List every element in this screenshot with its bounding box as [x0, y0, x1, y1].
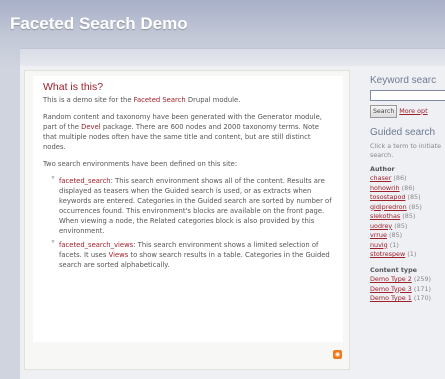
facet-term-link[interactable]: Demo Type 3	[370, 285, 412, 293]
facet-term-link[interactable]: stotrespew	[370, 250, 405, 258]
facet-term-link[interactable]: nuvig	[370, 241, 388, 249]
faceted-search-env-link[interactable]: faceted_search	[59, 177, 111, 185]
facet-term-link[interactable]: gidipredron	[370, 203, 407, 211]
header-band	[20, 48, 445, 66]
more-options-link[interactable]: More opt	[399, 107, 427, 115]
facet-count: (85)	[408, 202, 422, 211]
list-item: faceted_search: This search environment …	[51, 175, 333, 236]
list-item[interactable]: Demo Type 1 (170)	[370, 294, 445, 304]
keyword-search-title: Keyword searc	[370, 76, 437, 86]
facet-term-link[interactable]: slekothas	[370, 212, 400, 220]
author-facet-heading: Author	[370, 164, 395, 173]
views-link[interactable]: Views	[109, 251, 129, 259]
intro-paragraph: This is a demo site for the Faceted Sear…	[43, 95, 333, 105]
random-content-paragraph: Random content and taxonomy have been ge…	[43, 112, 333, 152]
devel-link[interactable]: Devel	[81, 123, 101, 131]
list-item[interactable]: slekothas (85)	[370, 212, 445, 222]
facet-count: (1)	[407, 250, 417, 258]
facet-term-link[interactable]: Demo Type 2	[370, 275, 412, 283]
facet-count: (259)	[413, 275, 432, 283]
list-item[interactable]: uodrey (85)	[370, 222, 445, 232]
facet-count: (85)	[407, 193, 421, 201]
guided-search-description: Click a term to initiate search.	[370, 141, 442, 160]
environments-intro: Two search environments have been define…	[43, 160, 238, 168]
list-item[interactable]: Demo Type 3 (171)	[370, 285, 445, 295]
facet-count: (86)	[393, 174, 407, 182]
faceted-search-views-env-link[interactable]: faceted_search_views	[59, 241, 133, 249]
page-title: What is this?	[43, 81, 104, 93]
intro-text-before: This is a demo site for the	[43, 96, 134, 104]
intro-text-after: Drupal module.	[185, 96, 241, 104]
facet-term-link[interactable]: uodrey	[370, 222, 392, 230]
list-item[interactable]: gidipredron (85)	[370, 203, 445, 213]
sidebar: Keyword searc Search More opt Guided sear…	[370, 76, 445, 379]
search-actions: Search More opt	[370, 104, 445, 118]
search-button[interactable]: Search	[370, 104, 398, 118]
guided-search-title: Guided search	[370, 127, 436, 138]
facet-term-link[interactable]: vrrue	[370, 231, 387, 239]
faceted-search-link[interactable]: Faceted Search	[134, 96, 186, 104]
keyword-search-input[interactable]	[370, 89, 445, 101]
facet-count: (85)	[402, 212, 416, 220]
site-name[interactable]: Faceted Search Demo	[10, 14, 188, 34]
list-item[interactable]: stotrespew (1)	[370, 250, 445, 260]
facet-count: (85)	[394, 221, 408, 230]
site-header: Faceted Search Demo	[0, 0, 445, 68]
main-content: What is this? This is a demo site for th…	[33, 76, 343, 342]
list-item[interactable]: vrrue (85)	[370, 231, 445, 241]
list-item: faceted_search_views: This search enviro…	[51, 239, 333, 270]
facet-term-link[interactable]: hohowrih	[370, 184, 400, 192]
facet-term-link[interactable]: Demo Type 1	[370, 294, 412, 302]
list-item[interactable]: nuvig (1)	[370, 241, 445, 251]
facet-count: (85)	[388, 231, 403, 239]
environments-list: faceted_search: This search environment …	[51, 175, 333, 270]
list-item[interactable]: tosostapod (85)	[370, 193, 445, 203]
facet-count: (171)	[413, 284, 432, 293]
facet-count: (170)	[413, 294, 432, 302]
content-type-facet-heading: Content type	[370, 265, 417, 274]
facet-term-link[interactable]: tosostapod	[370, 193, 405, 201]
list-item[interactable]: chaser (86)	[370, 174, 445, 184]
rss-feed-icon[interactable]: ◉	[333, 350, 342, 359]
list-item[interactable]: hohowrih (86)	[370, 184, 445, 194]
list-item[interactable]: Demo Type 2 (259)	[370, 275, 445, 285]
facet-term-link[interactable]: chaser	[370, 174, 391, 182]
env-description: : This search environment shows all of t…	[59, 177, 332, 235]
facet-count: (1)	[389, 240, 399, 249]
facet-count: (86)	[401, 183, 415, 192]
